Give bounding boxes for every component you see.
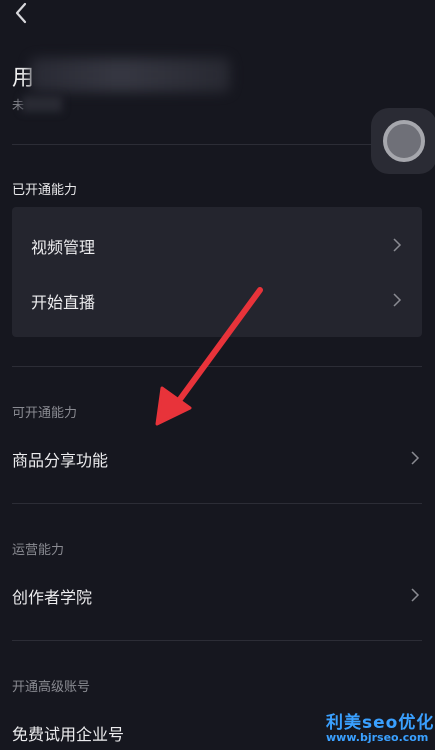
list-item-label: 免费试用企业号 bbox=[12, 725, 125, 744]
user-status-redacted bbox=[22, 96, 62, 112]
watermark-title: 利美seo优化 bbox=[326, 713, 435, 733]
list-item-label: 商品分享功能 bbox=[12, 451, 109, 470]
annotation-arrow bbox=[155, 287, 263, 426]
section-title-available: 可开通能力 bbox=[12, 406, 78, 421]
divider bbox=[12, 640, 422, 641]
divider bbox=[12, 144, 372, 145]
list-item-label: 视频管理 bbox=[31, 238, 96, 257]
section-title-operation: 运营能力 bbox=[12, 543, 65, 558]
list-item-video-management[interactable]: 视频管理 bbox=[12, 225, 422, 265]
divider bbox=[12, 366, 422, 367]
list-item-product-sharing[interactable]: 商品分享功能 bbox=[0, 440, 435, 476]
chevron-left-icon bbox=[15, 2, 27, 24]
chevron-right-icon bbox=[392, 238, 402, 252]
chevron-right-icon bbox=[410, 588, 420, 602]
list-item-label: 创作者学院 bbox=[12, 588, 93, 607]
back-button[interactable] bbox=[10, 0, 34, 26]
assistive-touch-icon bbox=[383, 120, 425, 162]
section-title-advanced: 开通高级账号 bbox=[12, 680, 91, 695]
list-item-free-enterprise-trial[interactable]: 免费试用企业号 bbox=[0, 714, 320, 750]
list-item-start-live[interactable]: 开始直播 bbox=[12, 280, 422, 320]
enabled-capabilities-card: 视频管理 开始直播 bbox=[12, 207, 422, 337]
chevron-right-icon bbox=[392, 293, 402, 307]
user-name-redacted bbox=[30, 58, 230, 92]
watermark-url: www.bjrseo.com bbox=[326, 731, 429, 744]
section-title-enabled: 已开通能力 bbox=[12, 183, 78, 198]
list-item-label: 开始直播 bbox=[31, 293, 96, 312]
list-item-creator-academy[interactable]: 创作者学院 bbox=[0, 577, 435, 613]
divider bbox=[12, 503, 422, 504]
chevron-right-icon bbox=[410, 451, 420, 465]
assistive-touch-button[interactable] bbox=[371, 108, 435, 174]
